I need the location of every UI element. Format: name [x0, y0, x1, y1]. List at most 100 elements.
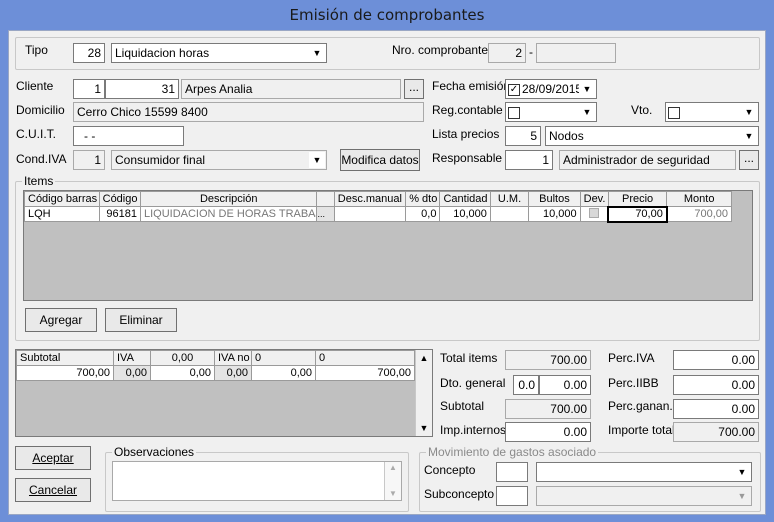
- tax-cell[interactable]: 700,00: [16, 365, 114, 381]
- chevron-down-icon[interactable]: ▼: [309, 152, 325, 168]
- cell-dev-checkbox[interactable]: [579, 206, 609, 222]
- cell-descripcion[interactable]: LIQUIDACION DE HORAS TRABAJ: [139, 206, 318, 222]
- col-monto[interactable]: Monto: [666, 191, 732, 207]
- tax-cell[interactable]: 0,00: [113, 365, 151, 381]
- subconcepto-code-input[interactable]: [496, 486, 528, 506]
- chevron-down-icon[interactable]: ▼: [309, 45, 325, 61]
- col-desc-manual[interactable]: Desc.manual: [333, 191, 407, 207]
- tipo-select[interactable]: Liquidacion horas ▼: [111, 43, 327, 63]
- perc-iibb-input[interactable]: 0.00: [673, 375, 759, 395]
- col-codigo[interactable]: Código: [98, 191, 141, 207]
- cell-bultos[interactable]: 10,000: [528, 206, 581, 222]
- chevron-down-icon[interactable]: ▼: [741, 104, 757, 120]
- nro-prefix-field[interactable]: 2: [488, 43, 526, 63]
- aceptar-button[interactable]: Aceptar: [15, 446, 91, 470]
- perc-iva-input[interactable]: 0.00: [673, 350, 759, 370]
- checkbox-icon[interactable]: [668, 106, 680, 119]
- table-row[interactable]: 700,00 0,00 0,00 0,00 0,00 700,00: [16, 365, 415, 381]
- cell-desc-manual[interactable]: [333, 206, 407, 222]
- table-row[interactable]: LQH 96181 LIQUIDACION DE HORAS TRABAJ ..…: [24, 205, 732, 223]
- chevron-down-icon[interactable]: ▼: [579, 104, 595, 120]
- eliminar-button[interactable]: Eliminar: [105, 308, 177, 332]
- chevron-down-icon[interactable]: ▼: [734, 464, 750, 480]
- cliente-code2-input[interactable]: 31: [105, 79, 179, 99]
- perc-ganan-input[interactable]: 0.00: [673, 399, 759, 419]
- col-precio[interactable]: Precio: [607, 191, 668, 207]
- scroll-down-icon[interactable]: ▼: [385, 488, 401, 500]
- lista-precios-value: Nodos: [549, 129, 584, 143]
- cancelar-button[interactable]: Cancelar: [15, 478, 91, 502]
- dto-general-pct-input[interactable]: 0.0: [513, 375, 539, 395]
- scroll-down-icon[interactable]: ▼: [416, 420, 432, 436]
- dto-general-amount-input[interactable]: 0.00: [539, 375, 591, 395]
- total-items-field: 700.00: [505, 350, 591, 370]
- concepto-select[interactable]: ▼: [536, 462, 752, 482]
- checkbox-icon[interactable]: [588, 207, 599, 218]
- cliente-lookup-button[interactable]: ...: [404, 79, 424, 99]
- items-table[interactable]: Código barras Código Descripción Desc.ma…: [24, 191, 732, 223]
- col-um[interactable]: U.M.: [489, 191, 530, 207]
- subconcepto-select[interactable]: ▼: [536, 486, 752, 506]
- cliente-code1-input[interactable]: 1: [73, 79, 105, 99]
- tax-col-iva-no-rate: 0: [251, 350, 316, 366]
- cell-cantidad[interactable]: 10,000: [439, 206, 491, 222]
- reg-contable-picker[interactable]: ▼: [505, 102, 597, 122]
- col-dev[interactable]: Dev.: [579, 191, 609, 207]
- importe-total-label: Importe total: [608, 423, 675, 437]
- tax-header-row: Subtotal IVA 0,00 IVA no 0 0: [16, 350, 415, 366]
- cell-codigo-barras[interactable]: LQH: [24, 206, 100, 222]
- subconcepto-label: Subconcepto: [424, 487, 495, 501]
- imp-internos-input[interactable]: 0.00: [505, 422, 591, 442]
- cell-desc-lookup-button[interactable]: ...: [316, 206, 335, 222]
- tax-cell[interactable]: 0,00: [251, 365, 316, 381]
- fecha-emision-picker[interactable]: ✓ 28/09/2015 ▼: [505, 79, 597, 99]
- observaciones-textarea[interactable]: [112, 461, 402, 501]
- tipo-select-value: Liquidacion horas: [115, 46, 210, 60]
- chevron-down-icon[interactable]: ▼: [579, 81, 595, 97]
- movimiento-label: Movimiento de gastos asociado: [426, 445, 599, 459]
- cell-codigo[interactable]: 96181: [98, 206, 141, 222]
- cuit-input[interactable]: - -: [73, 126, 184, 146]
- col-dto[interactable]: % dto: [405, 191, 441, 207]
- items-header-row: Código barras Código Descripción Desc.ma…: [24, 191, 732, 207]
- concepto-label: Concepto: [424, 463, 476, 477]
- responsable-lookup-button[interactable]: ...: [739, 150, 759, 170]
- responsable-code-input[interactable]: 1: [505, 150, 553, 170]
- condiva-select[interactable]: Consumidor final ▼: [111, 150, 327, 170]
- col-cantidad[interactable]: Cantidad: [439, 191, 491, 207]
- tax-cell[interactable]: 0,00: [150, 365, 215, 381]
- col-descripcion[interactable]: Descripción: [139, 191, 318, 207]
- perc-iibb-label: Perc.IIBB: [608, 376, 659, 390]
- vto-picker[interactable]: ▼: [665, 102, 759, 122]
- scroll-up-icon[interactable]: ▲: [385, 462, 401, 474]
- observaciones-label: Observaciones: [112, 445, 197, 459]
- tax-cell[interactable]: 0,00: [214, 365, 252, 381]
- lista-precios-code-input[interactable]: 5: [505, 126, 541, 146]
- chevron-down-icon[interactable]: ▼: [734, 488, 750, 504]
- tax-table[interactable]: Subtotal IVA 0,00 IVA no 0 0 700,00 0,00…: [16, 350, 415, 381]
- concepto-code-input[interactable]: [496, 462, 528, 482]
- responsable-name-field: Administrador de seguridad: [559, 150, 736, 170]
- lista-precios-select[interactable]: Nodos ▼: [545, 126, 759, 146]
- chevron-down-icon[interactable]: ▼: [741, 128, 757, 144]
- cell-um[interactable]: [489, 206, 530, 222]
- checkbox-icon[interactable]: ✓: [508, 83, 520, 96]
- agregar-button[interactable]: Agregar: [25, 308, 97, 332]
- tipo-code-input[interactable]: 28: [73, 43, 105, 63]
- responsable-label: Responsable: [432, 151, 503, 165]
- cell-dto[interactable]: 0,0: [405, 206, 441, 222]
- window-title: Emisión de comprobantes: [289, 6, 485, 24]
- observaciones-scrollbar[interactable]: ▲ ▼: [384, 462, 401, 500]
- nro-number-field[interactable]: [536, 43, 616, 63]
- imp-internos-label: Imp.internos: [440, 423, 507, 437]
- checkbox-icon[interactable]: [508, 106, 520, 119]
- cell-precio[interactable]: 70,00: [607, 205, 668, 223]
- tax-cell[interactable]: 700,00: [315, 365, 415, 381]
- col-codigo-barras[interactable]: Código barras: [24, 191, 100, 207]
- col-bultos[interactable]: Bultos: [528, 191, 581, 207]
- modifica-datos-button[interactable]: Modifica datos: [340, 149, 420, 171]
- scroll-up-icon[interactable]: ▲: [416, 350, 432, 366]
- col-desc-btn[interactable]: [316, 191, 335, 207]
- nro-comprobante-label: Nro. comprobante: [392, 43, 489, 57]
- tax-grid-scrollbar[interactable]: ▲ ▼: [415, 350, 432, 436]
